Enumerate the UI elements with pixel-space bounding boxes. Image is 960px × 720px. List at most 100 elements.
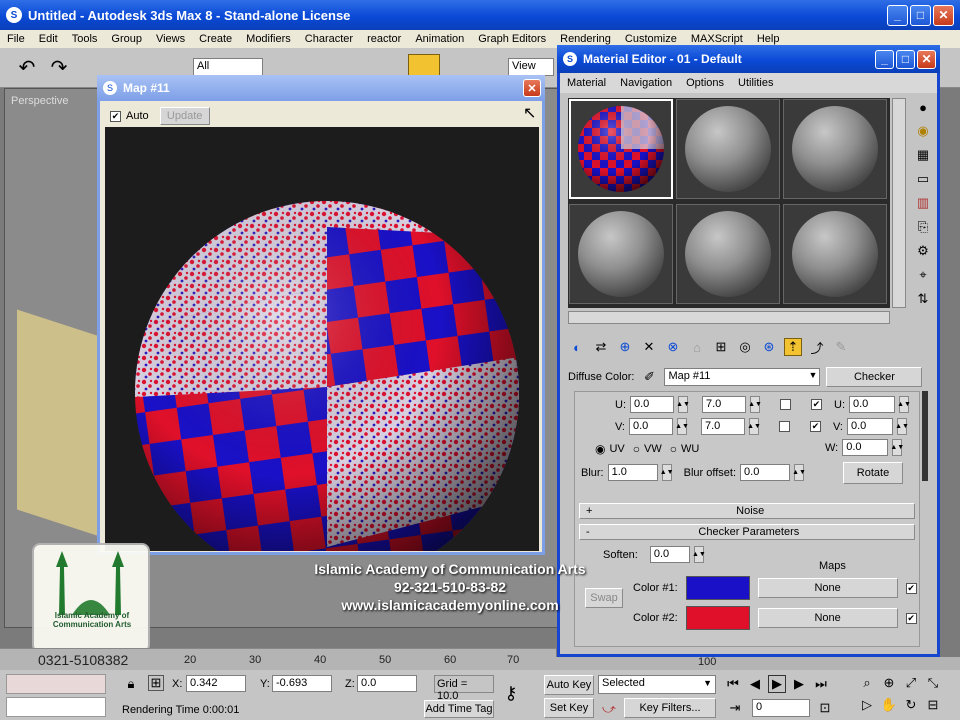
blur-spinner[interactable]: ▲▼ <box>660 464 674 481</box>
assign-to-selection-icon[interactable]: ⊕ <box>616 338 634 356</box>
z-coord-field[interactable]: 0.0 <box>357 675 417 692</box>
put-to-library-icon[interactable]: ⌂ <box>688 338 706 356</box>
blur-offset-field[interactable]: 0.0 <box>740 464 791 481</box>
sample-slot-5[interactable] <box>676 204 780 304</box>
u-offset-field[interactable]: 0.0 <box>630 396 674 413</box>
show-end-result-icon[interactable]: ⊛ <box>760 338 778 356</box>
make-preview-icon[interactable]: ⎘ <box>914 218 932 236</box>
get-material-icon[interactable]: ◐ <box>568 338 586 356</box>
sample-slot-4[interactable] <box>569 204 673 304</box>
go-forward-to-sibling-icon[interactable]: ⤴ <box>808 338 826 356</box>
key-mode-icon[interactable]: ⤻ <box>600 700 618 718</box>
vw-radio[interactable]: ○ <box>633 442 640 456</box>
v-tile-checkbox[interactable]: ✔ <box>810 421 821 432</box>
x-coord-field[interactable]: 0.342 <box>186 675 246 692</box>
soften-field[interactable]: 0.0 <box>649 546 690 563</box>
make-unique-icon[interactable]: ⊗ <box>664 338 682 356</box>
menu-rendering[interactable]: Rendering <box>553 33 618 45</box>
timeline-track[interactable]: 0321-5108382 20 30 40 50 60 70 <box>0 648 556 670</box>
zoom-extents-icon[interactable]: ⤢ <box>902 674 920 692</box>
rotate-button[interactable]: Rotate <box>843 462 903 484</box>
show-map-in-viewport-icon[interactable]: ◎ <box>736 338 754 356</box>
maxscript-input-mini[interactable] <box>6 697 106 717</box>
u-angle-field[interactable]: 0.0 <box>849 396 895 413</box>
blur-offset-spinner[interactable]: ▲▼ <box>792 464 806 481</box>
menu-tools[interactable]: Tools <box>65 33 105 45</box>
material-effects-channel-icon[interactable]: ⊞ <box>712 338 730 356</box>
w-angle-field[interactable]: 0.0 <box>842 439 889 456</box>
color2-map-checkbox[interactable]: ✔ <box>905 612 917 624</box>
u-tile-checkbox[interactable]: ✔ <box>811 399 822 410</box>
go-to-parent-icon[interactable]: ⇡ <box>784 338 802 356</box>
u-mirror-checkbox[interactable] <box>780 399 791 410</box>
pick-material-icon[interactable]: ✎ <box>832 338 850 356</box>
update-button[interactable]: Update <box>159 107 210 125</box>
menu-group[interactable]: Group <box>104 33 149 45</box>
add-time-tag-button[interactable]: Add Time Tag <box>424 700 494 718</box>
color1-map-button[interactable]: None <box>757 578 898 598</box>
map-window-close-button[interactable]: ✕ <box>523 79 541 97</box>
v-tiling-spinner[interactable]: ▲▼ <box>747 418 761 435</box>
undo-icon[interactable]: ↶ <box>18 57 36 79</box>
current-frame-field[interactable]: 0 <box>752 699 810 717</box>
sample-slot-1[interactable] <box>569 99 673 199</box>
map-name-field[interactable]: Map #11 ▼ <box>664 368 821 386</box>
me-menu-material[interactable]: Material <box>560 77 613 89</box>
pan-icon[interactable]: ✋ <box>880 696 898 714</box>
material-map-navigator-icon[interactable]: ⇅ <box>914 290 932 308</box>
backlight-icon[interactable]: ◉ <box>914 122 932 140</box>
next-frame-icon[interactable]: ▶ <box>790 675 808 693</box>
v-tiling-field[interactable]: 7.0 <box>701 418 745 435</box>
blur-field[interactable]: 1.0 <box>607 464 658 481</box>
zoom-all-icon[interactable]: ⊕ <box>880 674 898 692</box>
menu-create[interactable]: Create <box>192 33 239 45</box>
map-type-button[interactable]: Checker <box>826 367 923 387</box>
key-filters-button[interactable]: Key Filters... <box>624 698 716 718</box>
redo-icon[interactable]: ↷ <box>50 57 68 79</box>
options-icon[interactable]: ⚙ <box>914 242 932 260</box>
u-tiling-spinner[interactable]: ▲▼ <box>748 396 762 413</box>
v-mirror-checkbox[interactable] <box>779 421 790 432</box>
reference-coord-dropdown[interactable]: View <box>508 58 554 76</box>
wu-radio[interactable]: ○ <box>670 442 677 456</box>
set-key-button[interactable]: Set Key <box>544 698 594 718</box>
noise-rollout-header[interactable]: + Noise <box>579 503 915 519</box>
color2-swatch[interactable] <box>685 606 750 630</box>
sample-uv-tiling-icon[interactable]: ▭ <box>914 170 932 188</box>
sample-slot-6[interactable] <box>783 204 887 304</box>
selection-filter-dropdown[interactable]: All <box>193 58 263 76</box>
key-set-dropdown[interactable]: Selected ▼ <box>598 675 716 694</box>
video-color-check-icon[interactable]: ▥ <box>914 194 932 212</box>
me-menu-navigation[interactable]: Navigation <box>613 77 679 89</box>
menu-help[interactable]: Help <box>750 33 787 45</box>
menu-graph-editors[interactable]: Graph Editors <box>471 33 553 45</box>
maximize-viewport-icon[interactable]: ⊟ <box>924 696 942 714</box>
auto-key-button[interactable]: Auto Key <box>544 675 594 695</box>
menu-reactor[interactable]: reactor <box>360 33 408 45</box>
me-minimize-button[interactable]: _ <box>875 49 894 69</box>
checker-params-rollout-header[interactable]: - Checker Parameters <box>579 524 915 540</box>
sample-type-icon[interactable]: ● <box>914 98 932 116</box>
menu-animation[interactable]: Animation <box>408 33 471 45</box>
v-offset-spinner[interactable]: ▲▼ <box>675 418 689 435</box>
slots-horizontal-scrollbar[interactable] <box>568 311 890 324</box>
menu-file[interactable]: File <box>0 33 32 45</box>
y-coord-field[interactable]: -0.693 <box>272 675 332 692</box>
sample-slot-3[interactable] <box>783 99 887 199</box>
zoom-extents-all-icon[interactable]: ⤡ <box>924 674 942 692</box>
u-angle-spinner[interactable]: ▲▼ <box>897 396 911 413</box>
absolute-mode-icon[interactable]: ⊞ <box>148 675 164 691</box>
u-tiling-field[interactable]: 7.0 <box>702 396 746 413</box>
menu-customize[interactable]: Customize <box>618 33 684 45</box>
menu-modifiers[interactable]: Modifiers <box>239 33 298 45</box>
go-to-end-icon[interactable]: ⏭ <box>812 675 830 693</box>
reset-map-icon[interactable]: ✕ <box>640 338 658 356</box>
put-to-scene-icon[interactable]: ⇄ <box>592 338 610 356</box>
close-button[interactable]: ✕ <box>933 4 954 26</box>
key-mode-toggle-icon[interactable]: ⇥ <box>726 699 744 717</box>
zoom-icon[interactable]: ⌕ <box>858 674 876 692</box>
time-configuration-icon[interactable]: ⊡ <box>816 699 834 717</box>
arc-rotate-icon[interactable]: ↻ <box>902 696 920 714</box>
auto-checkbox[interactable]: ✔ <box>110 110 121 122</box>
key-icon[interactable]: ⚷ <box>502 683 520 703</box>
